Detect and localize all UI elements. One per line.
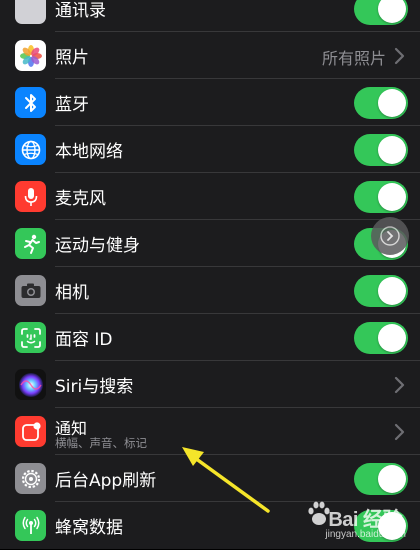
annotation-arrow: [182, 447, 270, 513]
baidu-watermark: Bai 经验 jingyan.baidu.com: [302, 500, 414, 546]
watermark-url: jingyan.baidu.com: [325, 529, 406, 540]
watermark-brand: Bai 经验: [328, 509, 402, 531]
